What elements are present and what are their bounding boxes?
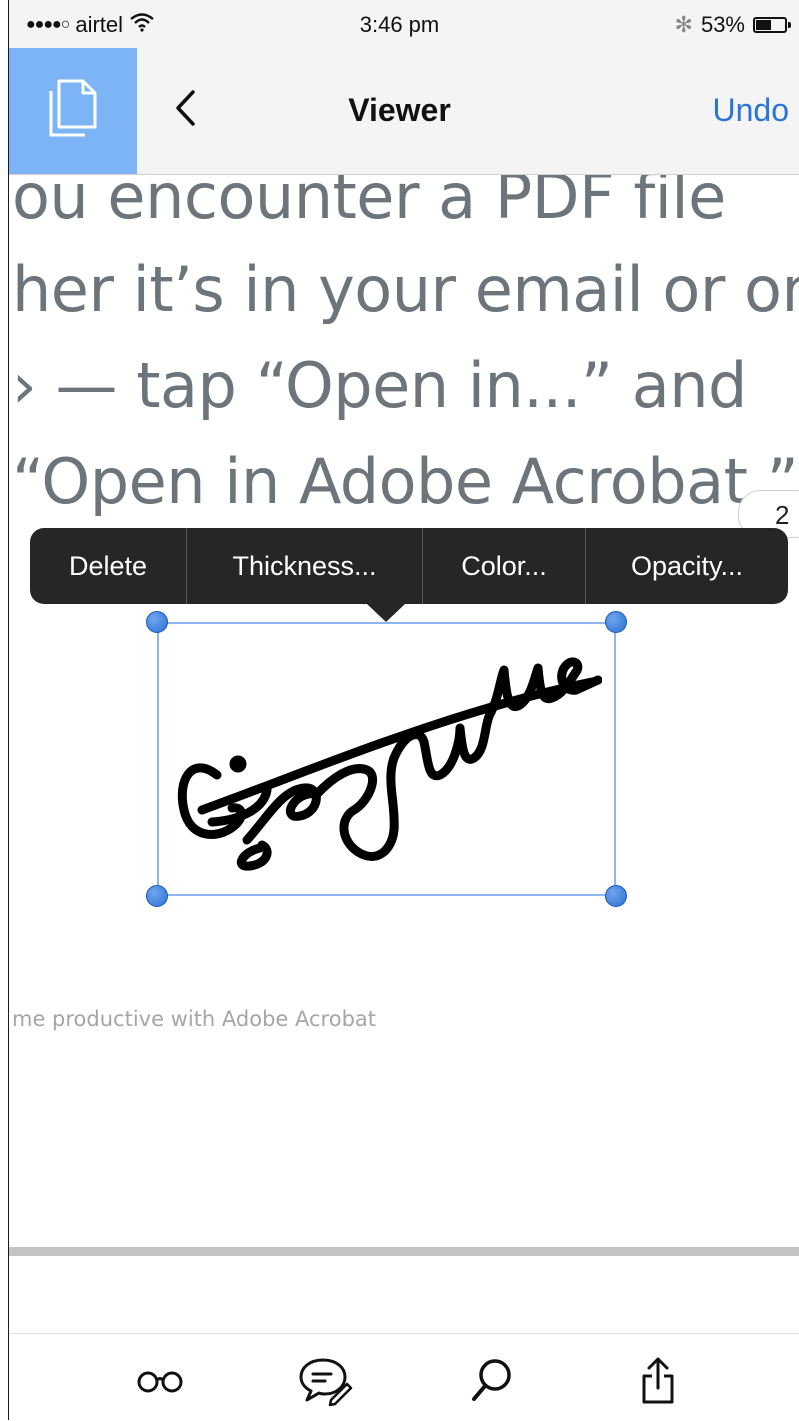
thickness-menu-item[interactable]: Thickness... <box>187 528 423 604</box>
resize-handle-top-right[interactable] <box>605 611 627 633</box>
reading-mode-button[interactable] <box>130 1354 190 1410</box>
undo-button[interactable]: Undo <box>713 92 790 129</box>
signature-ink[interactable] <box>172 640 602 880</box>
battery-level <box>756 20 771 30</box>
context-menu-pointer <box>367 604 405 622</box>
battery-icon <box>753 17 791 33</box>
share-icon <box>640 1356 676 1409</box>
reading-mode-icon <box>135 1366 185 1399</box>
resize-handle-bottom-right[interactable] <box>605 885 627 907</box>
document-text-line: “Open in Adobe Acrobat.” <box>12 445 799 518</box>
search-icon <box>470 1357 514 1408</box>
document-text-line: › — tap “Open in...” and <box>12 349 747 422</box>
delete-menu-item[interactable]: Delete <box>30 528 187 604</box>
left-edge-border <box>0 0 9 1420</box>
color-menu-item[interactable]: Color... <box>423 528 586 604</box>
navigation-bar: Viewer Undo <box>0 48 799 175</box>
comment-button[interactable] <box>295 1354 355 1410</box>
annotation-context-menu: Delete Thickness... Color... Opacity... <box>30 528 788 604</box>
share-button[interactable] <box>628 1354 688 1410</box>
comment-icon <box>297 1354 353 1411</box>
resize-handle-bottom-left[interactable] <box>146 885 168 907</box>
bluetooth-icon: ✻ <box>674 12 693 37</box>
page-title: Viewer <box>348 92 451 128</box>
document-text-line: her it’s in your email or on <box>12 253 799 326</box>
resize-handle-top-left[interactable] <box>146 611 168 633</box>
status-right: ✻ 53% <box>674 12 791 38</box>
page-footer-note: me productive with Adobe Acrobat <box>12 1007 377 1031</box>
page-divider <box>0 1247 799 1256</box>
opacity-menu-item[interactable]: Opacity... <box>586 528 788 604</box>
status-bar: ●●●●○ airtel 3:46 pm ✻ 53% <box>0 0 799 48</box>
bottom-toolbar <box>0 1333 799 1421</box>
battery-percent: 53% <box>700 12 745 37</box>
search-button[interactable] <box>462 1354 522 1410</box>
